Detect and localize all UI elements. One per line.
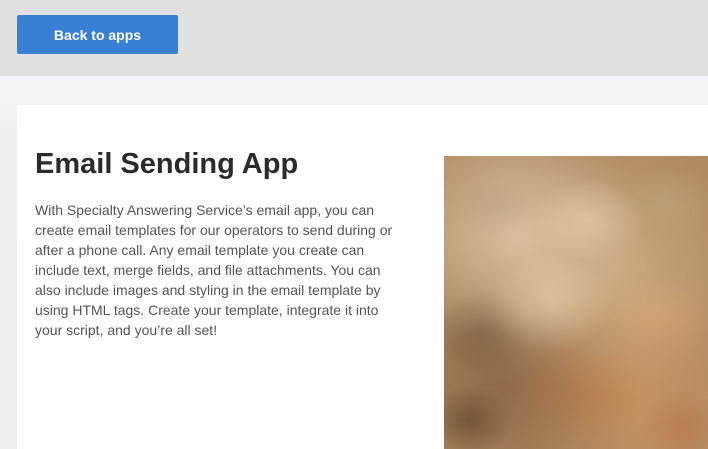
top-bar: Back to apps (0, 0, 708, 76)
page-title: Email Sending App (35, 148, 299, 180)
back-to-apps-button[interactable]: Back to apps (17, 15, 178, 54)
app-description: With Specialty Answering Service’s email… (35, 202, 393, 338)
photo-blur-layer (444, 156, 708, 449)
app-photo (444, 156, 708, 449)
